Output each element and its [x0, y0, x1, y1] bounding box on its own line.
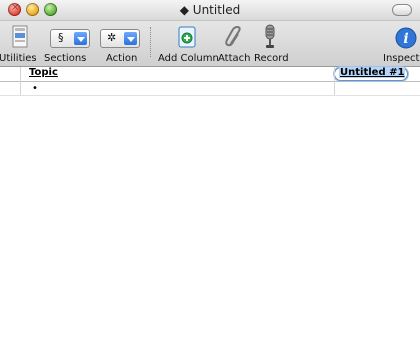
toolbar: Utilities § Sections ✲ Action Add Column: [0, 21, 420, 67]
attach-label: Attach: [218, 53, 251, 64]
utilities-label: Utilities: [0, 53, 37, 64]
row-bullet-icon[interactable]: •: [32, 83, 38, 94]
inspect-label: Inspect: [383, 53, 420, 64]
outline-row[interactable]: •: [0, 82, 420, 96]
column-title-text[interactable]: Untitled #1: [339, 67, 406, 78]
column-title-editor[interactable]: Untitled #1: [334, 67, 408, 81]
toolbar-separator: [150, 27, 151, 57]
add-column-label: Add Column: [158, 53, 219, 64]
chevron-down-icon: [74, 32, 87, 45]
window-title-text: Untitled: [192, 3, 241, 17]
record-label: Record: [254, 53, 289, 64]
microphone-icon: [265, 24, 275, 48]
paperclip-icon: [225, 25, 241, 47]
svg-text:i: i: [403, 31, 408, 47]
action-label: Action: [106, 53, 138, 64]
info-icon: i: [395, 27, 417, 49]
topic-column-header[interactable]: Topic: [29, 67, 58, 78]
unsaved-marker-icon: ◆: [179, 3, 189, 17]
window-title: ◆ Untitled: [0, 3, 420, 17]
outline-header: Topic Untitled #1: [0, 67, 420, 82]
section-icon: §: [58, 31, 64, 44]
action-popup-button[interactable]: ✲: [100, 29, 140, 48]
utilities-icon: [12, 25, 28, 48]
sections-popup-button[interactable]: §: [50, 29, 90, 48]
chevron-down-icon: [124, 32, 137, 45]
title-bar: × ◆ Untitled: [0, 0, 420, 21]
gear-icon: ✲: [107, 31, 117, 44]
add-column-icon: [178, 26, 196, 48]
sections-label: Sections: [44, 53, 87, 64]
toolbar-toggle-button[interactable]: [392, 4, 412, 16]
